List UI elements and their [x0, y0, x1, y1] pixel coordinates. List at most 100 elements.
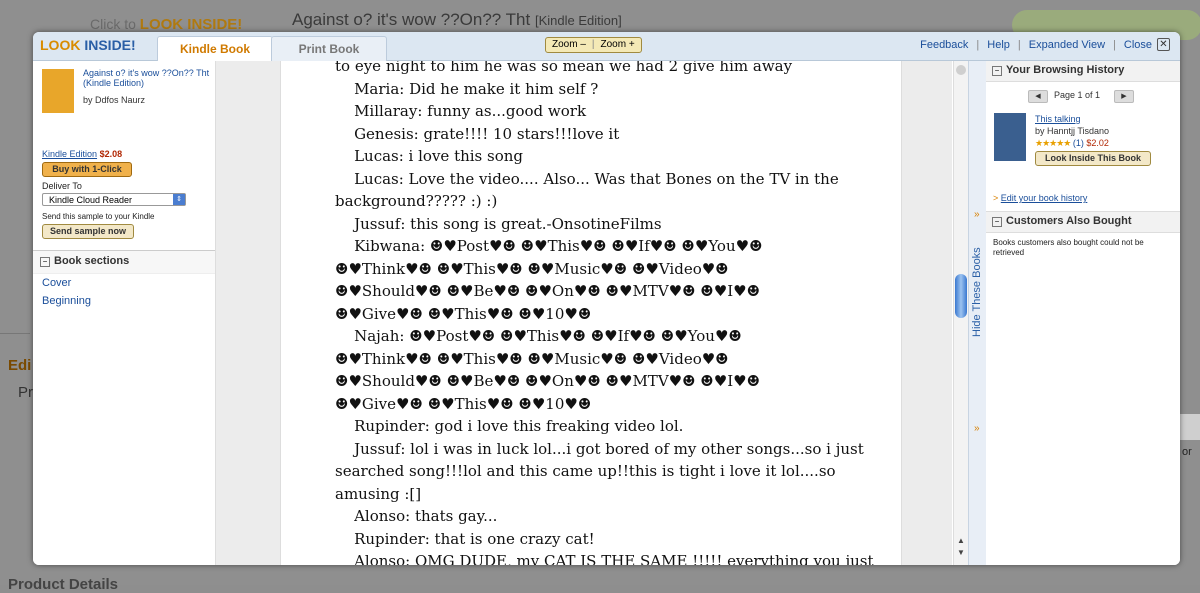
rating-stars-icon: ★★★★★: [1035, 138, 1071, 148]
page-text-line: Lucas: Love the video.... Also... Was th…: [354, 169, 839, 188]
page-text-line: Lucas: i love this song: [354, 147, 524, 165]
page-text-line: Genesis: grate!!!! 10 stars!!!love it: [354, 124, 620, 143]
page-text-line: Alonso: thats gay...: [354, 507, 498, 525]
page-text-line: Alonso: OMG DUDE, my CAT IS THE SAME !!!…: [335, 552, 874, 565]
look-inside-this-book-button[interactable]: Look Inside This Book: [1035, 151, 1151, 166]
scrollbar-top-cap: [956, 65, 966, 75]
hide-these-books-label[interactable]: Hide These Books: [971, 247, 983, 337]
overlay-topbar: LOOK INSIDE! Kindle Book Print Book Zoom…: [33, 32, 1180, 61]
scroll-down-icon[interactable]: ▼: [957, 548, 965, 557]
bg-look-inside: Click to LOOK INSIDE!: [90, 16, 243, 33]
history-book-price: $2.02: [1086, 138, 1109, 148]
browsing-history-header[interactable]: − Your Browsing History: [986, 61, 1180, 82]
link-divider: |: [1017, 38, 1021, 51]
format-link[interactable]: Kindle Edition: [42, 149, 97, 159]
collapse-minus-icon[interactable]: −: [40, 257, 50, 267]
page-text-line: Millaray: funny as...good work: [354, 102, 587, 120]
edit-history-row: > Edit your book history: [993, 193, 1087, 203]
page-text-line: Rupinder: god i love this freaking video…: [354, 417, 684, 435]
page-text-line: amusing :[]: [335, 484, 422, 503]
page-text-line: Jussuf: this song is great.-OnsotineFilm…: [354, 214, 662, 233]
expanded-view-link[interactable]: Expanded View: [1029, 39, 1105, 51]
select-arrows-icon: ⇕: [173, 194, 185, 205]
top-links: Feedback | Help | Expanded View | Close …: [920, 38, 1170, 51]
book-cover-thumbnail[interactable]: [42, 69, 74, 113]
edit-book-history-link[interactable]: Edit your book history: [1001, 193, 1088, 203]
browsing-history-title: Your Browsing History: [1006, 64, 1125, 76]
bg-product-title: Against o? it's wow ??On?? Tht [Kindle E…: [292, 10, 622, 29]
bg-divider: [0, 333, 30, 334]
section-link-beginning[interactable]: Beginning: [42, 295, 91, 307]
zoom-in-button[interactable]: Zoom +: [595, 38, 641, 52]
review-count-link[interactable]: (1): [1073, 138, 1084, 148]
scrollbar-thumb[interactable]: [955, 274, 967, 318]
tab-print-book[interactable]: Print Book: [271, 36, 387, 61]
link-divider: |: [976, 38, 980, 51]
chevron-right-icon[interactable]: »: [974, 209, 980, 220]
page-text-line: to eye night to him he was so mean we ha…: [335, 61, 793, 75]
look-inside-logo: LOOK INSIDE!: [40, 37, 136, 53]
bg-edition-heading: Edi: [8, 357, 32, 374]
chevron-right-icon: >: [993, 193, 999, 203]
page-text-line: Rupinder: that is one crazy cat!: [354, 529, 595, 548]
page-text-line: Jussuf: lol i was in luck lol...i got bo…: [354, 439, 864, 458]
zoom-control: Zoom – | Zoom +: [545, 37, 642, 53]
page-text-line: ☻♥Think♥☻ ☻♥This♥☻ ☻♥Music♥☻ ☻♥Video♥☻: [335, 259, 729, 278]
zoom-out-button[interactable]: Zoom –: [546, 38, 592, 52]
history-book-thumbnail[interactable]: [994, 113, 1026, 161]
link-divider: |: [1113, 38, 1116, 51]
tab-kindle-book[interactable]: Kindle Book: [157, 36, 273, 61]
customers-also-bought-message: Books customers also bought could not be…: [993, 238, 1144, 257]
left-panel: Against o? it's wow ??On?? Tht (Kindle E…: [33, 61, 216, 565]
book-author: by Ddfos Naurz: [83, 95, 146, 105]
deliver-to-label: Deliver To: [42, 181, 82, 191]
page-text-line: searched song!!!lol and this came up!!th…: [335, 462, 836, 480]
send-sample-label: Send this sample to your Kindle: [42, 212, 155, 221]
right-panel: − Your Browsing History ◀ Page 1 of 1 ▶ …: [986, 61, 1180, 565]
close-link[interactable]: Close: [1124, 39, 1152, 51]
reading-area: to eye night to him he was so mean we ha…: [216, 61, 952, 565]
feedback-link[interactable]: Feedback: [920, 39, 968, 51]
collapse-minus-icon[interactable]: −: [992, 66, 1002, 76]
pager-prev-button[interactable]: ◀: [1028, 90, 1048, 103]
page-text-line: Kibwana: ☻♥Post♥☻ ☻♥This♥☻ ☻♥If♥☻ ☻♥You♥…: [354, 237, 763, 255]
look-inside-overlay: LOOK INSIDE! Kindle Book Print Book Zoom…: [33, 32, 1180, 565]
hide-these-books-strip[interactable]: » Hide These Books »: [968, 61, 987, 565]
send-sample-button[interactable]: Send sample now: [42, 224, 134, 239]
page-text-line: Maria: Did he make it him self ?: [354, 79, 599, 98]
book-price: $2.08: [99, 149, 123, 159]
page-text-line: ☻♥Give♥☻ ☻♥This♥☻ ☻♥10♥☻: [335, 394, 592, 413]
bg-price-text: Pr: [18, 384, 33, 401]
customers-also-bought-title: Customers Also Bought: [1006, 215, 1132, 227]
deliver-to-select[interactable]: Kindle Cloud Reader ⇕: [42, 193, 186, 206]
price-line: Kindle Edition $2.08: [42, 149, 122, 159]
page-text-line: ☻♥Think♥☻ ☻♥This♥☻ ☻♥Music♥☻ ☻♥Video♥☻: [335, 349, 729, 368]
deliver-to-value: Kindle Cloud Reader: [49, 195, 133, 205]
book-sections-header[interactable]: − Book sections: [33, 250, 215, 274]
customers-also-bought-header[interactable]: − Customers Also Bought: [986, 211, 1180, 233]
book-sections-title: Book sections: [54, 255, 130, 267]
chevron-right-icon[interactable]: »: [974, 423, 980, 434]
history-book-author: by Hanntjj Tisdano: [1035, 126, 1110, 136]
close-icon[interactable]: ✕: [1157, 38, 1170, 51]
section-link-cover[interactable]: Cover: [42, 277, 71, 289]
page-text-line: ☻♥Give♥☻ ☻♥This♥☻ ☻♥10♥☻: [335, 304, 592, 323]
scroll-up-icon[interactable]: ▲: [957, 536, 965, 545]
bg-side-box: [1178, 414, 1200, 440]
history-pager: ◀ Page 1 of 1 ▶: [1028, 90, 1140, 103]
buy-with-1-click-button[interactable]: Buy with 1-Click: [42, 162, 132, 177]
pager-next-button[interactable]: ▶: [1114, 90, 1134, 103]
page-text-line: ☻♥Should♥☻ ☻♥Be♥☻ ☻♥On♥☻ ☻♥MTV♥☻ ☻♥I♥☻: [335, 372, 761, 390]
help-link[interactable]: Help: [987, 39, 1010, 51]
page-text-line: Najah: ☻♥Post♥☻ ☻♥This♥☻ ☻♥If♥☻ ☻♥You♥☻: [354, 327, 742, 345]
bg-or-text: or: [1182, 446, 1192, 458]
page-text-line: ☻♥Should♥☻ ☻♥Be♥☻ ☻♥On♥☻ ☻♥MTV♥☻ ☻♥I♥☻: [335, 282, 761, 300]
pager-text: Page 1 of 1: [1054, 90, 1101, 100]
history-book-rating: ★★★★★ (1) $2.02: [1035, 138, 1109, 149]
collapse-minus-icon[interactable]: −: [992, 217, 1002, 227]
book-page: to eye night to him he was so mean we ha…: [280, 61, 902, 565]
page-scrollbar[interactable]: ▲ ▼: [953, 61, 968, 565]
history-book-title[interactable]: This talking: [1035, 114, 1081, 124]
book-page-text: to eye night to him he was so mean we ha…: [335, 61, 873, 565]
book-title[interactable]: Against o? it's wow ??On?? Tht (Kindle E…: [83, 68, 211, 88]
